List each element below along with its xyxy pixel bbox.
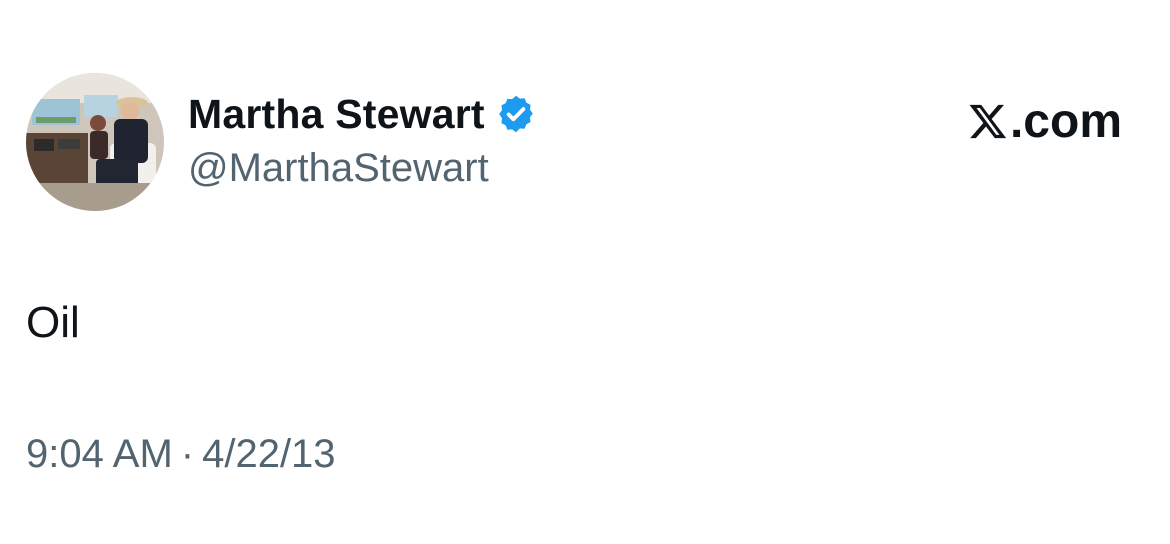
meta-separator: · <box>180 432 195 476</box>
tweet-text: Oil <box>26 298 80 347</box>
tweet-card: Martha Stewart @MarthaStewart .com Oil 9… <box>0 0 1170 544</box>
author-name-row: Martha Stewart <box>188 86 537 142</box>
avatar-photo <box>26 73 164 211</box>
author-handle[interactable]: @MarthaStewart <box>188 146 489 191</box>
author-display-name[interactable]: Martha Stewart <box>188 91 485 138</box>
verified-badge-icon <box>495 93 537 135</box>
avatar[interactable] <box>26 73 164 211</box>
tweet-date[interactable]: 4/22/13 <box>202 432 335 476</box>
brand-domain-text: .com <box>1009 94 1122 148</box>
x-logo-icon <box>968 101 1008 141</box>
tweet-time[interactable]: 9:04 AM <box>26 432 173 476</box>
tweet-meta: 9:04 AM · 4/22/13 <box>26 432 336 477</box>
brand-watermark: .com <box>968 92 1122 150</box>
